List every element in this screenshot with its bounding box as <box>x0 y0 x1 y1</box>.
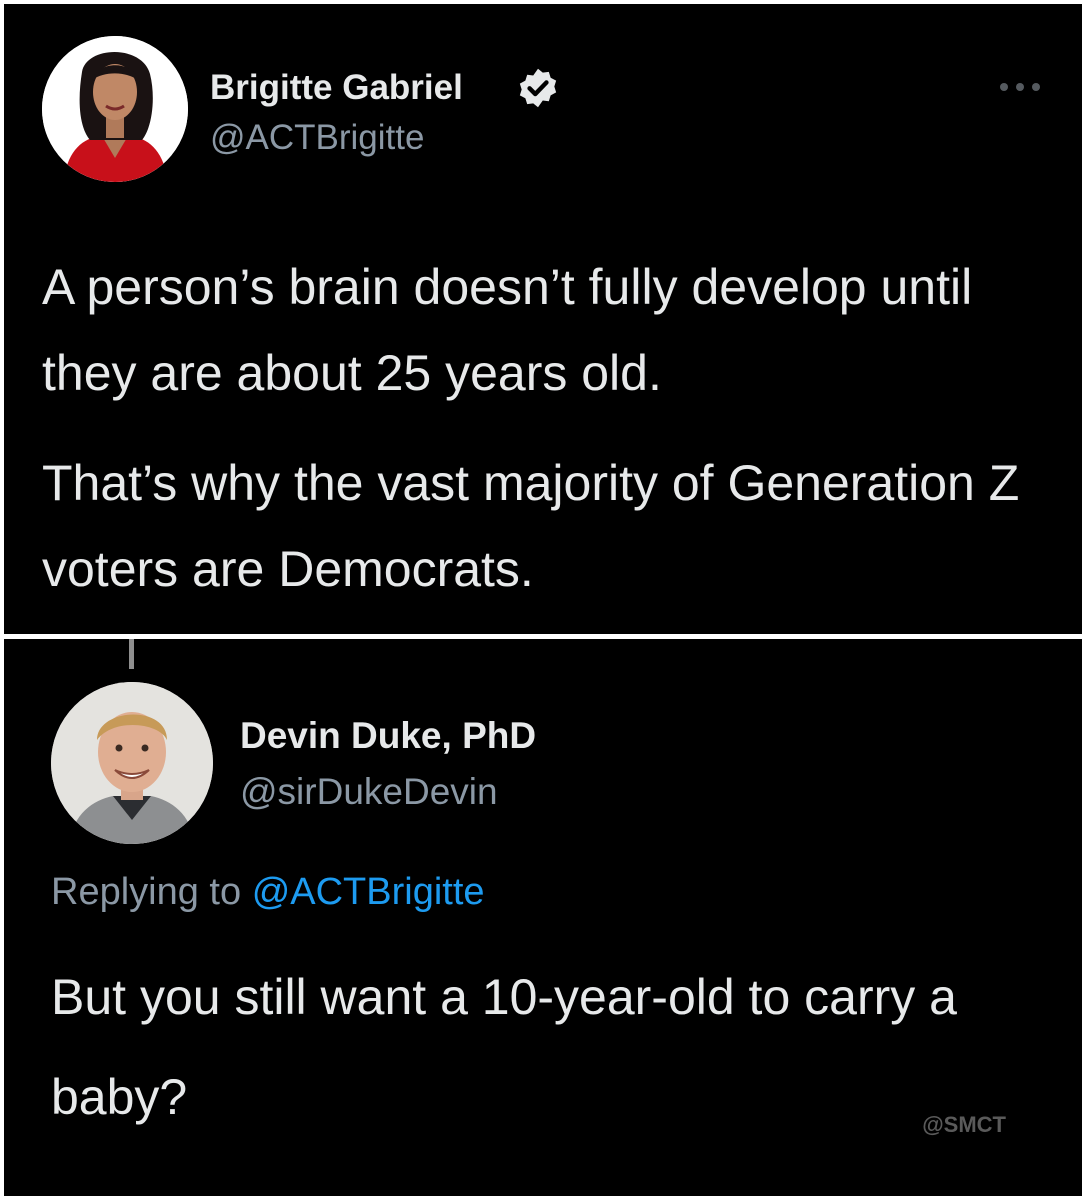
replying-to-label: Replying to <box>51 871 242 913</box>
tweet-text-paragraph: That’s why the vast majority of Generati… <box>42 455 1020 597</box>
more-options-icon[interactable] <box>998 80 1042 94</box>
thread-connector-line <box>129 639 134 669</box>
tweet-text-paragraph: A person’s brain doesn’t fully develop u… <box>42 259 973 401</box>
reply-tweet: Devin Duke, PhD @sirDukeDevin Replying t… <box>4 639 1082 1196</box>
author-name[interactable]: Brigitte Gabriel <box>210 68 463 108</box>
reply-author-name[interactable]: Devin Duke, PhD <box>240 715 536 757</box>
author-handle[interactable]: @ACTBrigitte <box>210 118 424 158</box>
verified-badge-icon <box>519 68 557 108</box>
reply-text: But you still want a 10-year-old to carr… <box>51 969 957 1125</box>
reply-author-handle[interactable]: @sirDukeDevin <box>240 771 498 813</box>
watermark: @SMCT <box>922 1112 1006 1137</box>
author-avatar[interactable] <box>42 36 188 182</box>
replying-to-mention-link[interactable]: @ACTBrigitte <box>252 871 485 913</box>
reply-author-avatar[interactable] <box>51 682 213 844</box>
replying-to-line: Replying to @ACTBrigitte <box>51 871 485 914</box>
original-tweet: Brigitte Gabriel @ACTBrigitte A person’s… <box>4 4 1082 634</box>
